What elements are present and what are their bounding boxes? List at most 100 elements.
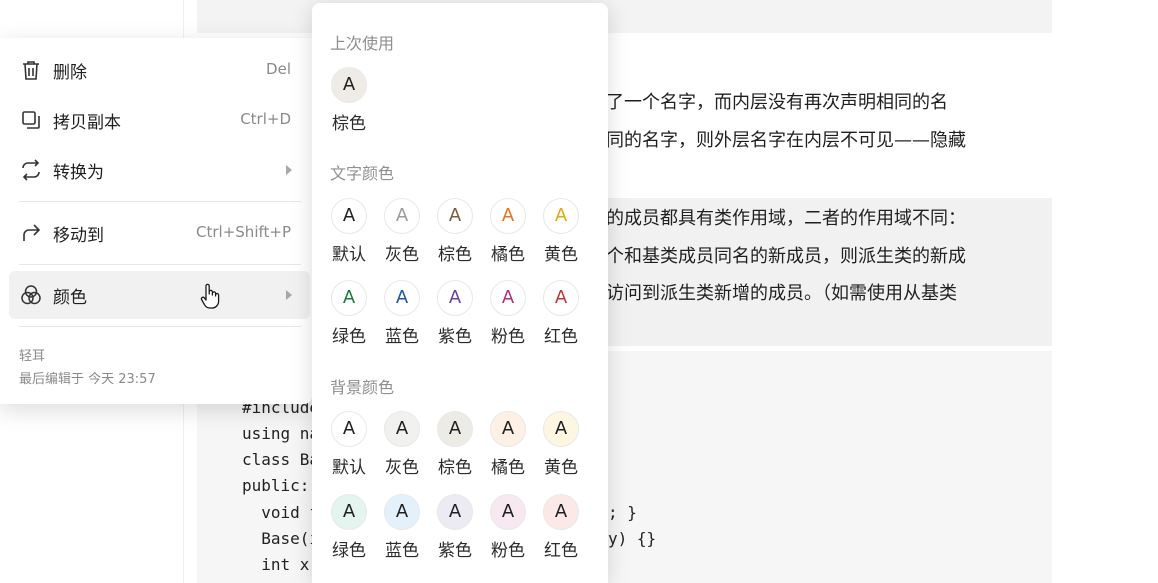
code-line: ; } (608, 503, 637, 522)
color-swatch-preview: A (490, 411, 526, 447)
color-swatch-preview: A (331, 411, 367, 447)
color-swatch-label: 红色 (544, 541, 578, 561)
color-swatch-label: 红色 (544, 327, 578, 347)
color-swatch-text-0[interactable]: A 默认 (326, 198, 374, 270)
color-swatch-bg-6[interactable]: A 蓝色 (379, 494, 427, 566)
doc-text-line: 了相同的名字，则外层名字在内层不可见——隐藏 (570, 130, 966, 151)
color-swatch-bg-3[interactable]: A 橘色 (485, 411, 533, 483)
color-swatch-label: 灰色 (385, 458, 419, 478)
color-swatch-bg-1[interactable]: A 灰色 (379, 411, 427, 483)
code-line: Base(i (242, 529, 320, 548)
doc-text-line: 了一个和基类成员同名的新成员，则派生类的新成 (570, 246, 966, 267)
menu-separator (19, 264, 301, 265)
copy-icon (22, 111, 40, 129)
color-swatch-text-1[interactable]: A 灰色 (379, 198, 427, 270)
menu-item-shortcut: Ctrl+D (240, 110, 291, 128)
color-swatch-label: 橘色 (491, 458, 525, 478)
color-swatch-bg-4[interactable]: A 黄色 (538, 411, 586, 483)
color-swatch-label: 灰色 (385, 245, 419, 265)
doc-text-line: 新增的成员都具有类作用域，二者的作用域不同： (570, 208, 966, 229)
color-swatch-label: 棕色 (438, 458, 472, 478)
menu-item-shortcut: Del (266, 60, 291, 78)
menu-item-delete[interactable]: 删除 Del (9, 46, 310, 94)
last-edited-time: 最后编辑于 今天 23:57 (19, 372, 156, 387)
color-swatch-label: 默认 (332, 245, 366, 265)
color-swatch-bg-7[interactable]: A 紫色 (432, 494, 480, 566)
color-swatch-preview: A (384, 280, 420, 316)
recent-colors-title: 上次使用 (330, 34, 395, 53)
color-swatch-label: 粉色 (491, 327, 525, 347)
code-line: void f (242, 503, 320, 522)
color-swatch-preview: A (384, 494, 420, 530)
color-swatch-label: 黄色 (544, 458, 578, 478)
color-swatch-preview: A (490, 280, 526, 316)
color-swatch-text-5[interactable]: A 绿色 (326, 280, 374, 352)
menu-item-label: 拷贝副本 (53, 113, 121, 133)
doc-text-line: 声明了一个名字，而内层没有再次声明相同的名 (570, 92, 948, 113)
color-swatch-text-6[interactable]: A 蓝色 (379, 280, 427, 352)
color-swatch-label: 橘色 (491, 245, 525, 265)
color-swatch-text-7[interactable]: A 紫色 (432, 280, 480, 352)
color-swatch-label: 黄色 (544, 245, 578, 265)
color-swatch-preview: A (543, 494, 579, 530)
color-swatch-bg-0[interactable]: A 默认 (326, 411, 374, 483)
color-swatch-text-2[interactable]: A 棕色 (432, 198, 480, 270)
menu-item-duplicate[interactable]: 拷贝副本 Ctrl+D (9, 96, 310, 144)
color-swatch-bg-2[interactable]: A 棕色 (432, 411, 480, 483)
menu-item-label: 移动到 (53, 226, 104, 246)
color-circles-icon (21, 285, 41, 305)
move-arrow-icon (23, 224, 41, 241)
menu-separator (19, 201, 301, 202)
color-swatch-label: 绿色 (332, 327, 366, 347)
color-swatch-preview: A (331, 280, 367, 316)
color-swatch-text-4[interactable]: A 黄色 (538, 198, 586, 270)
color-swatch-recent-0[interactable]: A 棕色 (326, 67, 374, 139)
color-swatch-preview: A (490, 494, 526, 530)
code-line: public: (242, 476, 310, 495)
color-swatch-label: 棕色 (438, 245, 472, 265)
color-swatch-text-8[interactable]: A 粉色 (485, 280, 533, 352)
last-editor-name: 轻耳 (19, 349, 46, 364)
color-swatch-preview: A (437, 411, 473, 447)
color-swatch-preview: A (543, 280, 579, 316)
text-colors-title: 文字颜色 (330, 164, 395, 183)
color-swatch-label: 蓝色 (385, 541, 419, 561)
doc-paragraph: 声明了一个名字，而内层没有再次声明相同的名 了相同的名字，则外层名字在内层不可见… (570, 90, 1052, 190)
color-swatch-preview: A (437, 280, 473, 316)
color-swatch-preview: A (384, 411, 420, 447)
color-submenu: 上次使用 A 棕色 文字颜色 A 默认 A 灰色 A 棕色 A 橘色 A 黄色 A 绿色 A 蓝色 A 紫色 A 粉… (312, 3, 608, 583)
menu-item-move-to[interactable]: 移动到 Ctrl+Shift+P (9, 209, 310, 257)
code-line: using na (242, 424, 320, 443)
color-swatch-text-3[interactable]: A 橘色 (485, 198, 533, 270)
color-swatch-bg-9[interactable]: A 红色 (538, 494, 586, 566)
color-swatch-label: 粉色 (491, 541, 525, 561)
color-swatch-label: 默认 (332, 458, 366, 478)
color-swatch-label: 绿色 (332, 541, 366, 561)
color-swatch-preview: A (331, 67, 367, 103)
color-swatch-bg-8[interactable]: A 粉色 (485, 494, 533, 566)
doc-text-line: 只能访问到派生类新增的成员。（如需使用从基类 (570, 283, 957, 304)
color-swatch-preview: A (437, 198, 473, 234)
block-context-menu: 删除 Del 拷贝副本 Ctrl+D 转换为 移动到 Ctrl+Shift+P … (0, 38, 312, 404)
submenu-arrow-icon (286, 290, 292, 300)
color-swatch-label: 蓝色 (385, 327, 419, 347)
code-line: y) {} (608, 529, 657, 548)
convert-icon (22, 159, 40, 181)
menu-item-label: 颜色 (53, 288, 87, 308)
color-swatch-preview: A (331, 494, 367, 530)
menu-item-convert[interactable]: 转换为 (9, 146, 310, 194)
color-swatch-text-9[interactable]: A 红色 (538, 280, 586, 352)
background-colors-title: 背景颜色 (330, 378, 395, 397)
code-line: int x, (242, 555, 320, 574)
color-swatch-label: 紫色 (438, 541, 472, 561)
menu-item-color[interactable]: 颜色 (9, 271, 310, 319)
menu-item-label: 转换为 (53, 163, 104, 183)
submenu-arrow-icon (286, 165, 292, 175)
hand-cursor-icon (200, 283, 220, 309)
color-swatch-preview: A (543, 198, 579, 234)
color-swatch-label: 紫色 (438, 327, 472, 347)
color-swatch-bg-5[interactable]: A 绿色 (326, 494, 374, 566)
color-swatch-preview: A (490, 198, 526, 234)
menu-separator (19, 326, 301, 327)
trash-icon (23, 61, 39, 80)
